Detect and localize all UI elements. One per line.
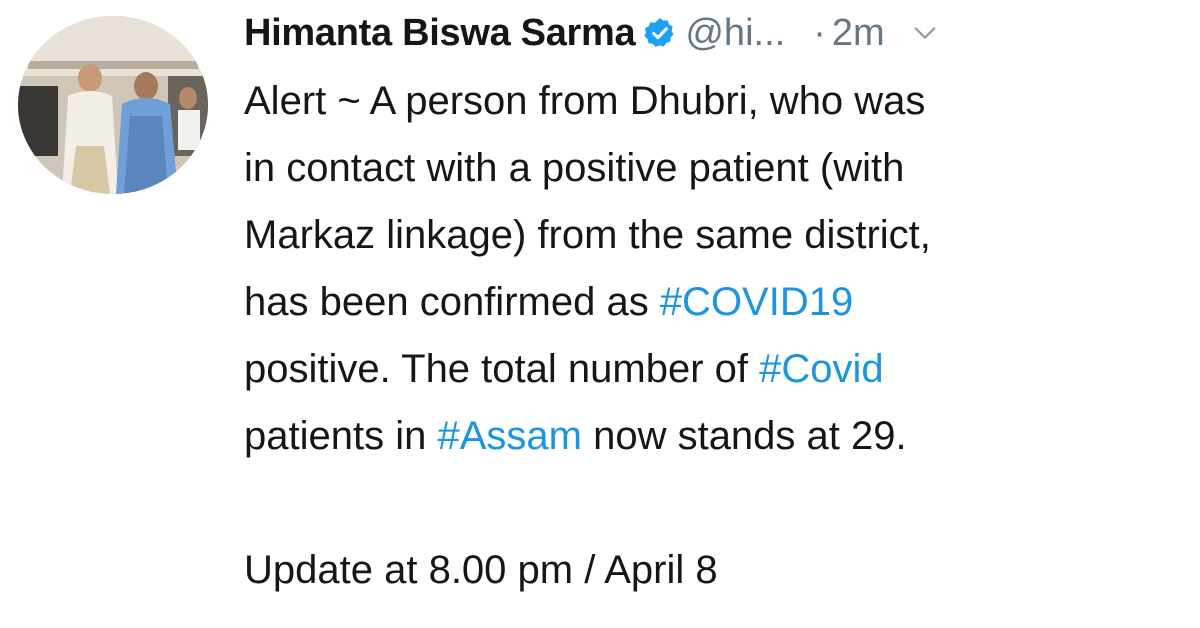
hashtag-assam-link[interactable]: #Assam [437, 414, 582, 458]
tweet-line: Alert ~ A person from Dhubri, who was [244, 68, 1184, 135]
tweet-line: has been confirmed as #COVID19 [244, 269, 1184, 336]
tweet-text: positive. The total number of [244, 347, 760, 391]
tweet-text: has been confirmed as [244, 280, 660, 324]
hashtag-covid19-link[interactable]: #COVID19 [660, 280, 853, 324]
tweet-text: patients in [244, 414, 438, 458]
separator-dot: · [813, 12, 826, 54]
chevron-down-icon[interactable] [911, 19, 939, 47]
tweet-text: now stands at 29. [581, 414, 907, 458]
tweet-line: patients in #Assam now stands at 29. [244, 403, 1184, 470]
hashtag-covid-link[interactable]: #Covid [759, 347, 884, 391]
tweet-line: in contact with a positive patient (with [244, 135, 1184, 202]
tweet-text: Alert ~ A person from Dhubri, who was [244, 79, 926, 123]
avatar-photo [18, 16, 208, 194]
tweet-line: Markaz linkage) from the same district, [244, 202, 1184, 269]
tweet-timestamp[interactable]: 2m [832, 8, 885, 58]
user-handle[interactable]: @hi... [685, 8, 785, 58]
tweet-content: Himanta Biswa Sarma @hi... · 2m Alert ~ … [244, 8, 1184, 604]
tweet-body: Alert ~ A person from Dhubri, who was in… [244, 68, 1184, 604]
tweet-header: Himanta Biswa Sarma @hi... · 2m [244, 8, 1184, 58]
tweet-text: in contact with a positive patient (with [244, 146, 905, 190]
display-name[interactable]: Himanta Biswa Sarma [244, 8, 636, 58]
tweet-text: Markaz linkage) from the same district, [244, 213, 931, 257]
verified-badge-icon [643, 16, 677, 50]
avatar[interactable] [18, 16, 208, 194]
tweet-text: Update at 8.00 pm / April 8 [244, 548, 718, 592]
tweet-update-line: Update at 8.00 pm / April 8 [244, 537, 1184, 604]
tweet-line: positive. The total number of #Covid [244, 336, 1184, 403]
tweet-card: Himanta Biswa Sarma @hi... · 2m Alert ~ … [0, 0, 1200, 628]
